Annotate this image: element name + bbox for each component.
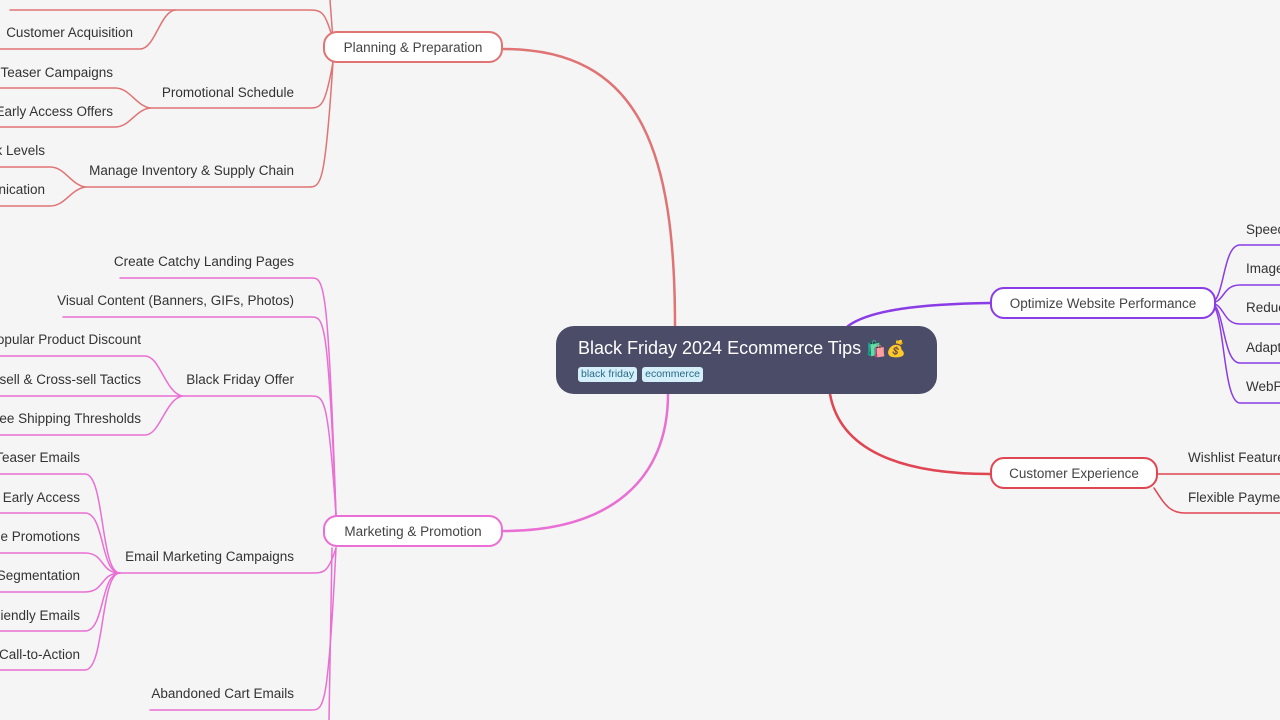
- topic-friendly-emails[interactable]: …iendly Emails: [0, 607, 80, 625]
- root-tags: black friday ecommerce: [578, 367, 915, 382]
- topic-call-to-action[interactable]: …Call-to-Action: [0, 646, 80, 664]
- topic-upsell-cross-sell[interactable]: …psell & Cross-sell Tactics: [0, 371, 141, 389]
- connector-black-friday-offer: [181, 395, 337, 516]
- connector-root-customer: [828, 392, 992, 476]
- topic-reduce[interactable]: Reduc…: [1246, 299, 1280, 317]
- topic-early-access-offers[interactable]: Early Access Offers: [0, 103, 113, 121]
- branch-customer-experience[interactable]: Customer Experience: [990, 457, 1158, 489]
- topic-speed[interactable]: Speec…: [1246, 221, 1280, 239]
- topic-early-access[interactable]: Early Access: [3, 489, 80, 507]
- topic-black-friday-offer[interactable]: Black Friday Offer: [186, 371, 294, 389]
- topic-stock-levels[interactable]: …k Levels: [0, 142, 45, 160]
- topic-email-marketing-campaigns[interactable]: Email Marketing Campaigns: [125, 548, 294, 566]
- connector-root-planning: [501, 47, 677, 328]
- topic-promotions[interactable]: …e Promotions: [0, 528, 80, 546]
- topic-create-catchy-landing-pages[interactable]: Create Catchy Landing Pages: [114, 253, 294, 271]
- topic-popular-product-discount[interactable]: …opular Product Discount: [0, 331, 141, 349]
- topic-visual-content[interactable]: Visual Content (Banners, GIFs, Photos): [57, 292, 294, 310]
- topic-image[interactable]: Image…: [1246, 260, 1280, 278]
- topic-flexible-payment[interactable]: Flexible Paymen…: [1188, 489, 1280, 507]
- tag-ecommerce[interactable]: ecommerce: [642, 367, 703, 382]
- topic-free-shipping-thresholds[interactable]: …ee Shipping Thresholds: [0, 410, 141, 428]
- shopping-bags-moneybag-icon: 🛍️💰: [866, 341, 906, 358]
- topic-promotional-schedule[interactable]: Promotional Schedule: [162, 84, 294, 102]
- connector-planning-child-0: [174, 9, 334, 41]
- topic-adaptive[interactable]: Adapt…: [1246, 339, 1280, 357]
- topic-manage-inventory[interactable]: Manage Inventory & Supply Chain: [89, 162, 294, 180]
- branch-optimize-website-performance[interactable]: Optimize Website Performance: [990, 287, 1216, 319]
- connector-root-website: [846, 301, 992, 328]
- branch-marketing-promotion[interactable]: Marketing & Promotion: [323, 515, 503, 547]
- topic-customer-acquisition[interactable]: Customer Acquisition: [6, 24, 133, 42]
- root-topic[interactable]: Black Friday 2024 Ecommerce Tips 🛍️💰 bla…: [556, 326, 937, 394]
- topic-abandoned-cart-emails[interactable]: Abandoned Cart Emails: [151, 685, 294, 703]
- root-title-text: Black Friday 2024 Ecommerce Tips: [578, 338, 862, 358]
- branch-planning-preparation[interactable]: Planning & Preparation: [323, 31, 503, 63]
- topic-communication[interactable]: …nication: [0, 181, 45, 199]
- topic-teaser-emails[interactable]: Teaser Emails: [0, 449, 80, 467]
- topic-teaser-campaigns[interactable]: Teaser Campaigns: [0, 64, 113, 82]
- tag-black-friday[interactable]: black friday: [578, 367, 638, 382]
- connector-root-marketing: [501, 392, 670, 533]
- topic-wishlist-feature[interactable]: Wishlist Feature…: [1188, 449, 1280, 467]
- root-title: Black Friday 2024 Ecommerce Tips 🛍️💰: [578, 336, 915, 362]
- topic-segmentation[interactable]: …Segmentation: [0, 567, 80, 585]
- topic-webp[interactable]: WebP…: [1246, 378, 1280, 396]
